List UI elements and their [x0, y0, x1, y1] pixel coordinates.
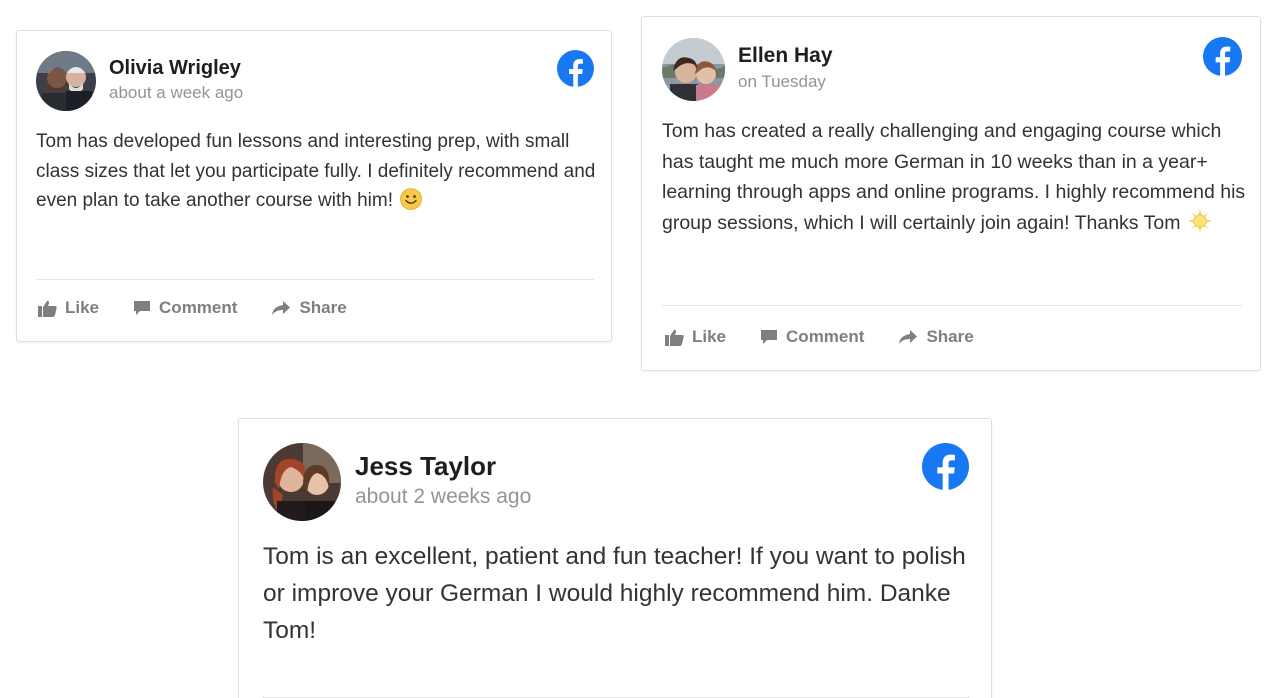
- review-timestamp[interactable]: on Tuesday: [738, 72, 826, 92]
- comment-label: Comment: [786, 327, 865, 346]
- review-body: Tom has developed fun lessons and intere…: [36, 131, 596, 211]
- like-label: Like: [65, 298, 100, 317]
- comment-icon: [761, 330, 778, 344]
- review-body: Tom is an excellent, patient and fun tea…: [263, 543, 966, 644]
- share-arrow-icon: [272, 301, 291, 315]
- share-button[interactable]: Share: [271, 298, 347, 318]
- avatar[interactable]: [36, 51, 96, 111]
- review-card-jess: Jess Taylor about 2 weeks ago Tom is an …: [238, 418, 992, 698]
- thumbs-up-icon: [38, 300, 57, 317]
- share-label: Share: [926, 327, 974, 346]
- reviewer-name[interactable]: Jess Taylor: [355, 451, 496, 482]
- share-button[interactable]: Share: [898, 327, 974, 347]
- facebook-logo-icon[interactable]: [557, 50, 594, 87]
- action-bar: Like Comment Share: [665, 327, 1008, 347]
- comment-button[interactable]: Comment: [133, 298, 237, 318]
- action-bar: Like Comment Share: [38, 298, 381, 318]
- facebook-logo-icon[interactable]: [1203, 37, 1242, 76]
- sun-emoji-icon: [1187, 208, 1212, 243]
- review-timestamp[interactable]: about 2 weeks ago: [355, 485, 531, 509]
- review-text: Tom has created a really challenging and…: [662, 116, 1252, 242]
- like-button[interactable]: Like: [38, 298, 99, 318]
- smiley-emoji-icon: [400, 188, 423, 220]
- comment-button[interactable]: Comment: [760, 327, 864, 347]
- review-card-ellen: Ellen Hay on Tuesday Tom has created a r…: [641, 16, 1261, 371]
- review-text: Tom has developed fun lessons and intere…: [36, 127, 601, 220]
- comment-label: Comment: [159, 298, 238, 317]
- review-text: Tom is an excellent, patient and fun tea…: [263, 538, 973, 649]
- reviewer-name[interactable]: Olivia Wrigley: [109, 57, 241, 80]
- like-button[interactable]: Like: [665, 327, 726, 347]
- comment-icon: [134, 301, 151, 315]
- share-arrow-icon: [899, 330, 918, 344]
- avatar[interactable]: [662, 38, 725, 101]
- review-card-olivia: Olivia Wrigley about a week ago Tom has …: [16, 30, 612, 342]
- reviewer-name[interactable]: Ellen Hay: [738, 44, 833, 68]
- thumbs-up-icon: [665, 329, 684, 346]
- review-body: Tom has created a really challenging and…: [662, 120, 1246, 234]
- share-label: Share: [299, 298, 347, 317]
- avatar[interactable]: [263, 443, 341, 521]
- divider: [662, 305, 1242, 306]
- review-timestamp[interactable]: about a week ago: [109, 83, 243, 103]
- facebook-logo-icon[interactable]: [922, 443, 969, 490]
- like-label: Like: [692, 327, 727, 346]
- divider: [36, 279, 594, 280]
